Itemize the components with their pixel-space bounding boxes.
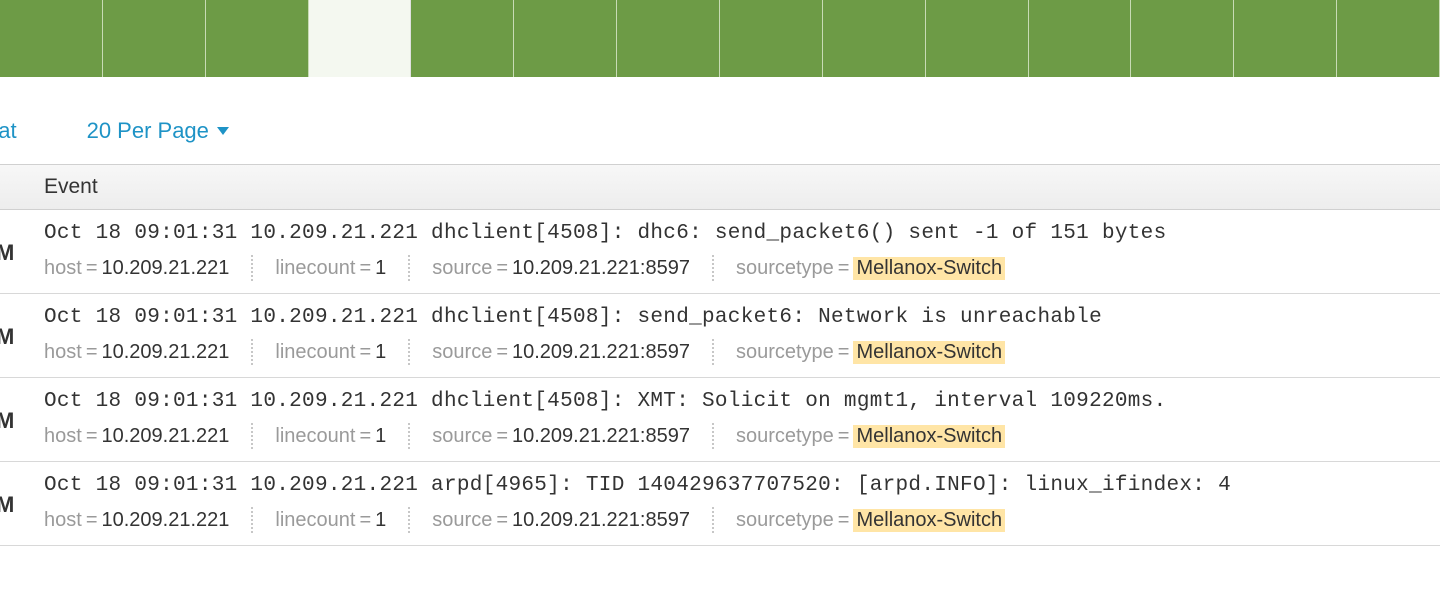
meta-separator — [712, 423, 714, 449]
meta-linecount[interactable]: linecount=1 — [275, 509, 386, 532]
timeline-cell[interactable] — [720, 0, 823, 77]
meta-source[interactable]: source=10.209.21.221:8597 — [432, 509, 690, 532]
meta-sourcetype[interactable]: sourcetype=Mellanox-Switch — [736, 341, 1005, 364]
meta-separator — [408, 339, 410, 365]
event-raw: Oct 18 09:01:31 10.209.21.221 dhclient[4… — [44, 390, 1440, 413]
format-button[interactable]: nat — [0, 118, 17, 144]
meta-separator — [408, 255, 410, 281]
event-row[interactable]: Oct 18 09:01:31 10.209.21.221 dhclient[4… — [0, 210, 1440, 294]
timeline-cell[interactable] — [309, 0, 412, 77]
meta-source[interactable]: source=10.209.21.221:8597 — [432, 341, 690, 364]
event-meta: host=10.209.21.221 linecount=1 source=10.2… — [44, 255, 1440, 281]
time-fragment: M — [0, 240, 14, 266]
per-page-label: 20 Per Page — [87, 118, 209, 144]
meta-source[interactable]: source=10.209.21.221:8597 — [432, 257, 690, 280]
event-raw: Oct 18 09:01:31 10.209.21.221 dhclient[4… — [44, 306, 1440, 329]
event-row[interactable]: Oct 18 09:01:31 10.209.21.221 dhclient[4… — [0, 378, 1440, 462]
event-row[interactable]: Oct 18 09:01:31 10.209.21.221 dhclient[4… — [0, 294, 1440, 378]
results-controls: nat 20 Per Page — [0, 78, 1440, 164]
meta-separator — [408, 507, 410, 533]
meta-host[interactable]: host=10.209.21.221 — [44, 425, 229, 448]
chevron-down-icon — [217, 127, 229, 135]
time-fragment: M — [0, 324, 14, 350]
format-label-fragment: nat — [0, 118, 17, 144]
event-row[interactable]: Oct 18 09:01:31 10.209.21.221 arpd[4965]… — [0, 462, 1440, 546]
timeline-cell[interactable] — [411, 0, 514, 77]
timeline[interactable] — [0, 0, 1440, 78]
timeline-cell[interactable] — [1337, 0, 1440, 77]
meta-sourcetype[interactable]: sourcetype=Mellanox-Switch — [736, 425, 1005, 448]
event-raw: Oct 18 09:01:31 10.209.21.221 dhclient[4… — [44, 222, 1440, 245]
meta-separator — [251, 507, 253, 533]
timeline-cell[interactable] — [926, 0, 1029, 77]
event-meta: host=10.209.21.221 linecount=1 source=10.2… — [44, 423, 1440, 449]
meta-separator — [408, 423, 410, 449]
meta-separator — [251, 255, 253, 281]
meta-separator — [251, 339, 253, 365]
meta-sourcetype[interactable]: sourcetype=Mellanox-Switch — [736, 509, 1005, 532]
events-list: M Oct 18 09:01:31 10.209.21.221 dhclient[… — [0, 210, 1440, 546]
meta-linecount[interactable]: linecount=1 — [275, 341, 386, 364]
timeline-cell[interactable] — [823, 0, 926, 77]
timeline-cell[interactable] — [1131, 0, 1234, 77]
meta-sourcetype[interactable]: sourcetype=Mellanox-Switch — [736, 257, 1005, 280]
timeline-cell[interactable] — [1029, 0, 1132, 77]
meta-separator — [712, 255, 714, 281]
timeline-cell[interactable] — [103, 0, 206, 77]
meta-separator — [251, 423, 253, 449]
time-fragment: M — [0, 492, 14, 518]
meta-linecount[interactable]: linecount=1 — [275, 425, 386, 448]
meta-source[interactable]: source=10.209.21.221:8597 — [432, 425, 690, 448]
event-raw: Oct 18 09:01:31 10.209.21.221 arpd[4965]… — [44, 474, 1440, 497]
meta-host[interactable]: host=10.209.21.221 — [44, 257, 229, 280]
event-meta: host=10.209.21.221 linecount=1 source=10.2… — [44, 339, 1440, 365]
meta-linecount[interactable]: linecount=1 — [275, 257, 386, 280]
timeline-cell[interactable] — [617, 0, 720, 77]
timeline-cell[interactable] — [1234, 0, 1337, 77]
column-event: Event — [44, 175, 98, 199]
timeline-cell[interactable] — [514, 0, 617, 77]
meta-host[interactable]: host=10.209.21.221 — [44, 341, 229, 364]
meta-separator — [712, 339, 714, 365]
time-fragment: M — [0, 408, 14, 434]
timeline-cell[interactable] — [206, 0, 309, 77]
timeline-cell[interactable] — [0, 0, 103, 77]
event-meta: host=10.209.21.221 linecount=1 source=10.2… — [44, 507, 1440, 533]
per-page-dropdown[interactable]: 20 Per Page — [87, 118, 229, 144]
meta-host[interactable]: host=10.209.21.221 — [44, 509, 229, 532]
meta-separator — [712, 507, 714, 533]
table-header: Event — [0, 164, 1440, 210]
